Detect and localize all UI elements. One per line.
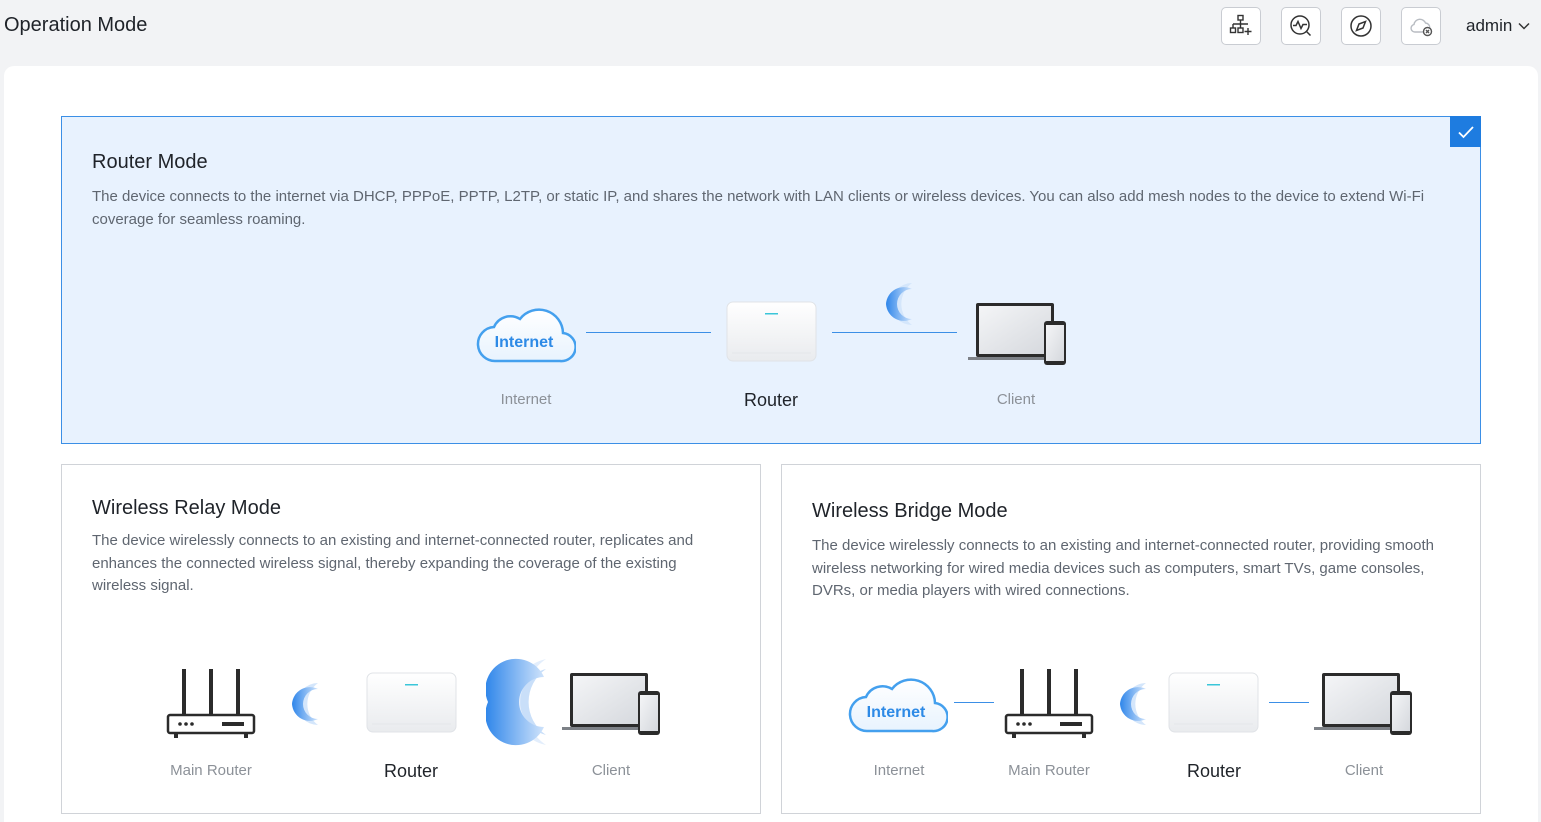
selected-badge xyxy=(1450,116,1481,147)
cloud-status-button[interactable] xyxy=(1401,7,1441,45)
network-add-icon xyxy=(1229,14,1252,35)
internet-label: Internet xyxy=(500,391,552,408)
username: admin xyxy=(1466,16,1513,35)
wifi-signal-icon xyxy=(292,683,318,725)
wireless-bridge-mode-card[interactable]: Wireless Bridge Mode The device wireless… xyxy=(781,464,1481,814)
compass-button[interactable] xyxy=(1341,7,1381,45)
relay-mode-title: Wireless Relay Mode xyxy=(92,497,281,519)
client-label: Client xyxy=(1344,762,1384,779)
link-line xyxy=(586,332,711,333)
main-router-label: Main Router xyxy=(170,762,252,779)
network-add-button[interactable] xyxy=(1221,7,1261,45)
router-label: Router xyxy=(743,390,799,410)
router-label: Router xyxy=(383,761,439,781)
relay-mode-description: The device wirelessly connects to an exi… xyxy=(92,532,694,594)
diagnostics-icon xyxy=(1290,15,1312,37)
link-line xyxy=(832,332,957,333)
client-label: Client xyxy=(996,391,1036,408)
bridge-mode-description: The device wirelessly connects to an exi… xyxy=(812,537,1435,599)
cloud-disconnected-icon xyxy=(1410,18,1433,37)
router-mode-card[interactable]: Router Mode The device connects to the i… xyxy=(61,116,1481,444)
top-bar: Operation Mode admin xyxy=(0,0,1541,56)
router-device-icon xyxy=(726,301,817,362)
internet-cloud-icon: Internet xyxy=(476,308,576,363)
client-label: Client xyxy=(591,762,631,779)
router-label: Router xyxy=(1186,761,1242,781)
user-menu[interactable]: admin xyxy=(1466,16,1530,36)
wireless-relay-mode-card[interactable]: Wireless Relay Mode The device wirelessl… xyxy=(61,464,761,814)
laptop-phone-icon xyxy=(1314,673,1412,735)
diagnostics-button[interactable] xyxy=(1281,7,1321,45)
laptop-phone-icon xyxy=(562,673,660,735)
wifi-signal-icon xyxy=(1120,683,1146,725)
cloud-label: Internet xyxy=(495,334,554,351)
router-mode-title: Router Mode xyxy=(92,151,208,173)
router-mode-description: The device connects to the internet via … xyxy=(92,188,1425,228)
link-line xyxy=(1269,702,1309,703)
link-line xyxy=(954,702,994,703)
wifi-signal-large-icon xyxy=(486,658,546,746)
router-device-icon xyxy=(366,672,457,733)
checkmark-icon xyxy=(1457,125,1474,138)
main-router-label: Main Router xyxy=(1008,762,1090,779)
internet-label: Internet xyxy=(873,762,925,779)
page-title: Operation Mode xyxy=(4,14,148,36)
cloud-label: Internet xyxy=(867,704,926,721)
internet-cloud-icon: Internet xyxy=(848,678,948,733)
main-router-icon xyxy=(1004,669,1094,738)
chevron-down-icon xyxy=(1518,22,1530,30)
wifi-signal-icon xyxy=(886,283,912,325)
bridge-mode-title: Wireless Bridge Mode xyxy=(812,500,1008,522)
compass-icon xyxy=(1350,15,1372,37)
router-device-icon xyxy=(1168,672,1259,733)
main-router-icon xyxy=(166,669,256,738)
laptop-phone-icon xyxy=(968,303,1066,365)
